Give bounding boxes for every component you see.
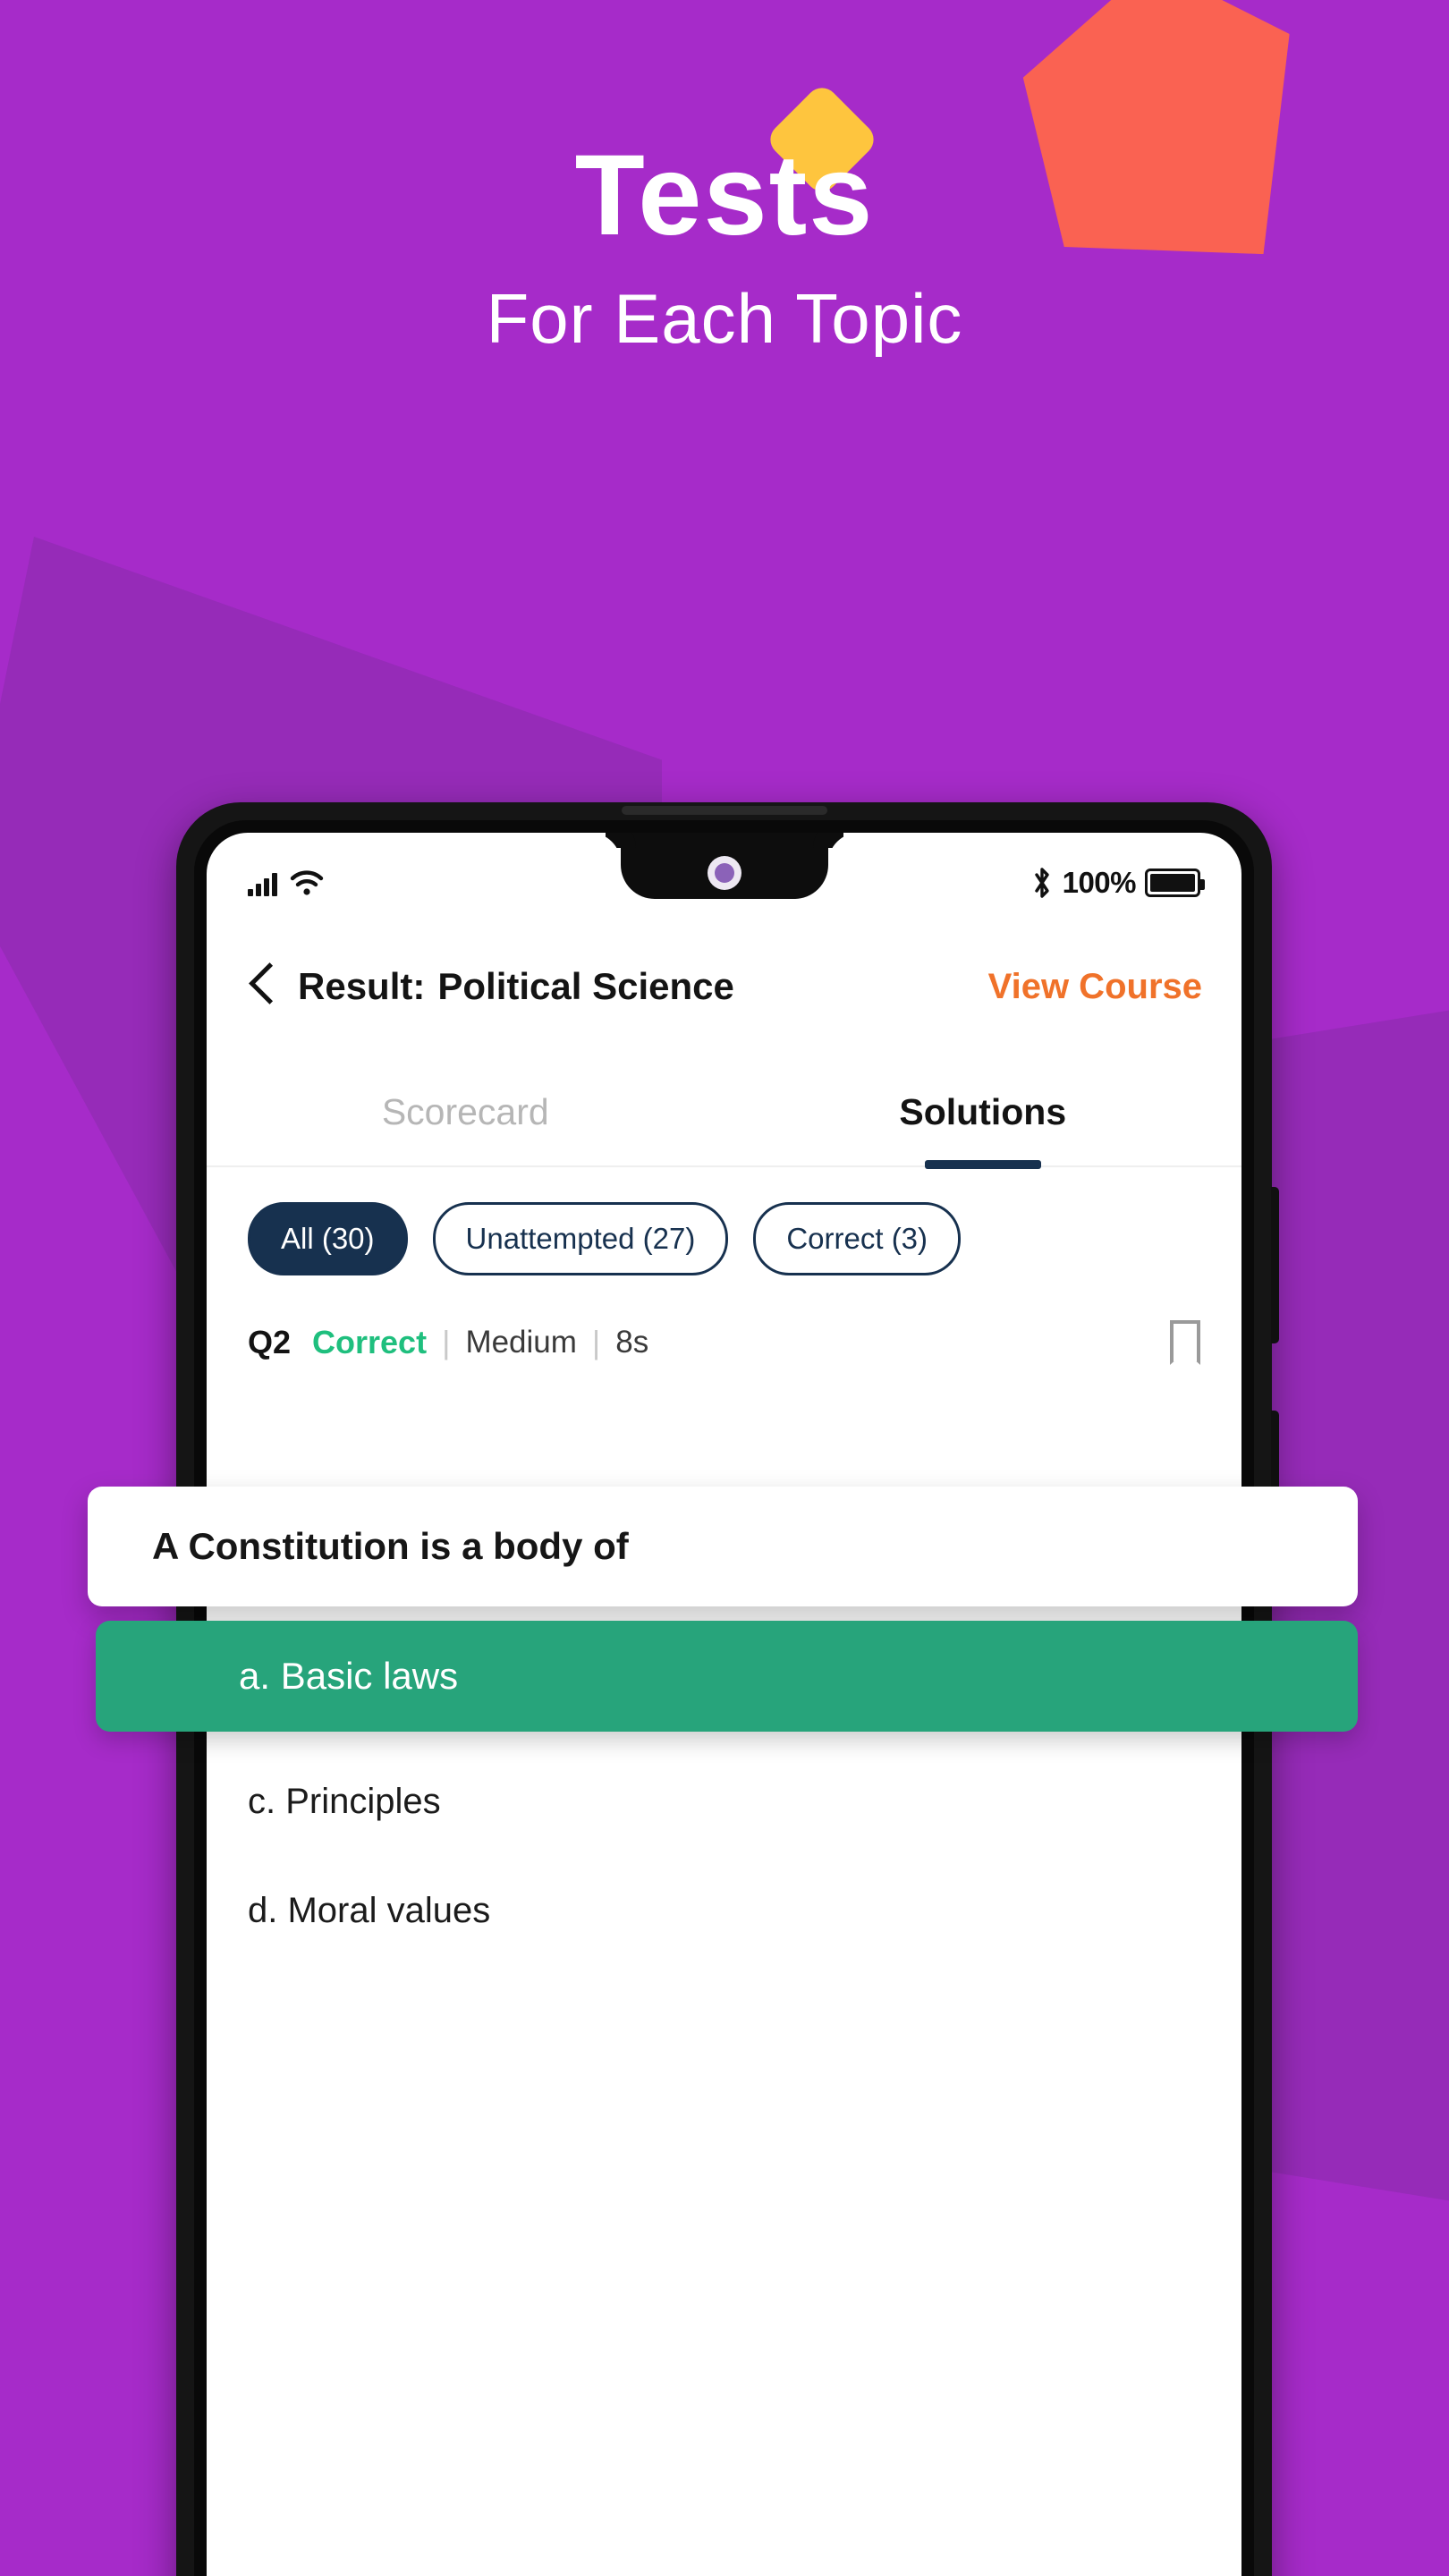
question-text: A Constitution is a body of bbox=[152, 1525, 629, 1567]
filter-pill-correct[interactable]: Correct (3) bbox=[753, 1202, 962, 1275]
page-title: Result: Political Science bbox=[298, 965, 734, 1008]
tab-solutions[interactable]: Solutions bbox=[724, 1058, 1242, 1165]
status-bar: 100% bbox=[207, 833, 1241, 933]
question-time-taken: 8s bbox=[615, 1325, 649, 1360]
filter-pill-group: All (30) Unattempted (27) Correct (3) bbox=[207, 1185, 1241, 1292]
meta-separator-2: | bbox=[591, 1324, 601, 1360]
wifi-icon bbox=[290, 870, 324, 895]
battery-icon bbox=[1145, 869, 1205, 897]
hero-section: Tests For Each Topic bbox=[0, 131, 1449, 359]
cellular-signal-icon bbox=[248, 873, 277, 896]
page-title-value: Political Science bbox=[437, 965, 734, 1007]
status-bar-right: 100% bbox=[1030, 866, 1205, 900]
tab-solutions-label: Solutions bbox=[899, 1090, 1067, 1132]
question-text-card: A Constitution is a body of bbox=[88, 1487, 1358, 1606]
question-meta-row: Q2 Correct | Medium | 8s bbox=[207, 1305, 1241, 1380]
option-d[interactable]: d. Moral values bbox=[207, 1856, 1241, 1965]
phone-speaker bbox=[621, 806, 827, 815]
battery-percentage: 100% bbox=[1062, 866, 1137, 899]
phone-volume-button[interactable] bbox=[1271, 1187, 1279, 1343]
bookmark-icon[interactable] bbox=[1170, 1320, 1200, 1365]
question-status-badge: Correct bbox=[312, 1324, 428, 1360]
option-c[interactable]: c. Principles bbox=[207, 1747, 1241, 1856]
correct-answer-card[interactable]: a. Basic laws bbox=[96, 1621, 1358, 1732]
filter-pill-all[interactable]: All (30) bbox=[248, 1202, 408, 1275]
back-chevron-icon[interactable] bbox=[246, 962, 276, 1012]
question-number: Q2 bbox=[248, 1324, 292, 1360]
screenshot-stage: Tests For Each Topic 100% Result: Politi… bbox=[0, 0, 1449, 2576]
hero-subtitle: For Each Topic bbox=[486, 279, 963, 359]
filter-pill-unattempted[interactable]: Unattempted (27) bbox=[432, 1202, 729, 1275]
tab-scorecard[interactable]: Scorecard bbox=[207, 1058, 724, 1165]
bluetooth-icon bbox=[1034, 868, 1049, 898]
tab-scorecard-label: Scorecard bbox=[381, 1090, 549, 1132]
view-course-link[interactable]: View Course bbox=[988, 967, 1202, 1007]
tab-bar: Scorecard Solutions bbox=[207, 1058, 1241, 1167]
correct-answer-label: a. Basic laws bbox=[239, 1655, 459, 1697]
hero-title: Tests bbox=[574, 131, 875, 259]
meta-separator-1: | bbox=[442, 1324, 451, 1360]
app-header: Result: Political Science View Course bbox=[207, 933, 1241, 1040]
status-bar-left bbox=[248, 869, 324, 896]
question-difficulty: Medium bbox=[465, 1325, 577, 1360]
page-title-label: Result: bbox=[298, 965, 426, 1007]
